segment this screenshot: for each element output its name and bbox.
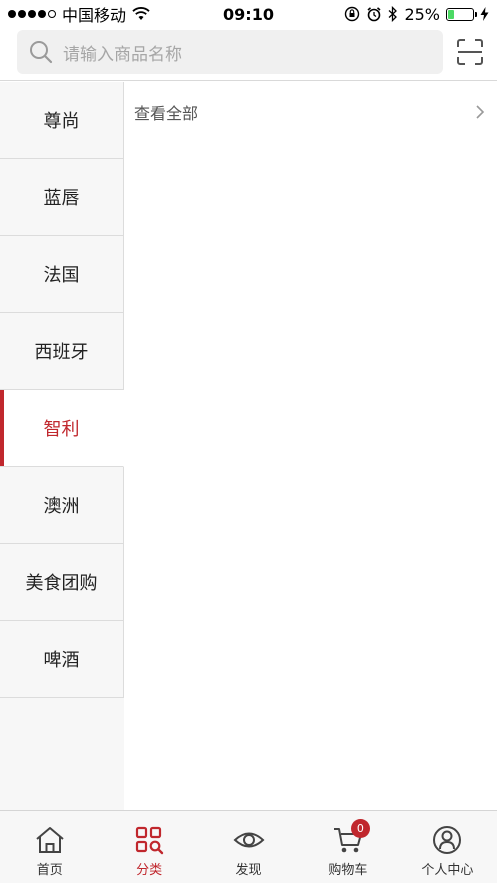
tab-label: 首页 xyxy=(36,863,63,878)
search-header: 请输入商品名称 xyxy=(0,28,497,81)
category-label: 西班牙 xyxy=(34,342,89,363)
eye-icon xyxy=(233,825,265,855)
tab-discover[interactable]: 发现 xyxy=(199,811,298,883)
cart-badge: 0 xyxy=(350,819,370,838)
scan-icon[interactable] xyxy=(456,38,484,66)
signal-icon xyxy=(8,10,56,18)
home-icon xyxy=(34,825,66,855)
search-placeholder: 请输入商品名称 xyxy=(63,44,182,65)
alarm-icon xyxy=(367,7,381,22)
category-item-beer[interactable]: 啤酒 xyxy=(0,621,124,698)
user-icon xyxy=(431,825,463,855)
category-content: 查看全部 xyxy=(124,82,497,810)
tab-category[interactable]: 分类 xyxy=(99,811,198,883)
view-all-label: 查看全部 xyxy=(134,104,199,123)
status-right: 25% xyxy=(344,5,489,24)
wifi-icon xyxy=(132,7,150,20)
category-label: 啤酒 xyxy=(43,650,80,671)
cart-icon: 0 xyxy=(332,819,370,855)
category-item-zunshang[interactable]: 尊尚 xyxy=(0,82,124,159)
category-label: 澳洲 xyxy=(43,496,80,517)
tab-label: 分类 xyxy=(136,863,163,878)
tab-label: 购物车 xyxy=(328,863,368,878)
category-label: 智利 xyxy=(43,419,80,440)
category-item-france[interactable]: 法国 xyxy=(0,236,124,313)
tab-bar: 首页 分类 发现 0 购物车 个人中心 xyxy=(0,810,497,883)
category-label: 尊尚 xyxy=(43,111,80,132)
search-icon xyxy=(30,41,53,64)
battery-icon xyxy=(446,7,477,21)
charging-icon xyxy=(480,7,489,21)
chevron-right-icon xyxy=(476,105,485,119)
tab-label: 发现 xyxy=(235,863,262,878)
category-item-australia[interactable]: 澳洲 xyxy=(0,467,124,544)
category-item-chile[interactable]: 智利 xyxy=(0,390,124,467)
tab-cart[interactable]: 0 购物车 xyxy=(298,811,397,883)
battery-percent: 25% xyxy=(404,4,440,24)
orientation-lock-icon xyxy=(345,6,360,22)
category-item-lanchun[interactable]: 蓝唇 xyxy=(0,159,124,236)
status-bar: 中国移动 09:10 25% xyxy=(0,0,497,28)
category-label: 法国 xyxy=(43,265,80,286)
category-sidebar: 尊尚 蓝唇 法国 西班牙 智利 澳洲 美食团购 啤酒 xyxy=(0,82,124,810)
category-item-spain[interactable]: 西班牙 xyxy=(0,313,124,390)
search-input[interactable]: 请输入商品名称 xyxy=(17,30,443,74)
category-label: 美食团购 xyxy=(25,573,98,594)
category-icon xyxy=(133,825,165,855)
tab-profile[interactable]: 个人中心 xyxy=(398,811,497,883)
category-label: 蓝唇 xyxy=(43,188,80,209)
carrier-label: 中国移动 xyxy=(62,6,127,25)
category-item-food-group-buy[interactable]: 美食团购 xyxy=(0,544,124,621)
tab-label: 个人中心 xyxy=(421,863,474,878)
status-left: 中国移动 xyxy=(8,2,150,26)
tab-home[interactable]: 首页 xyxy=(0,811,99,883)
status-time: 09:10 xyxy=(223,4,274,24)
bluetooth-icon xyxy=(388,6,398,22)
view-all-row[interactable]: 查看全部 xyxy=(124,82,497,142)
battery-level-fill xyxy=(448,9,454,19)
